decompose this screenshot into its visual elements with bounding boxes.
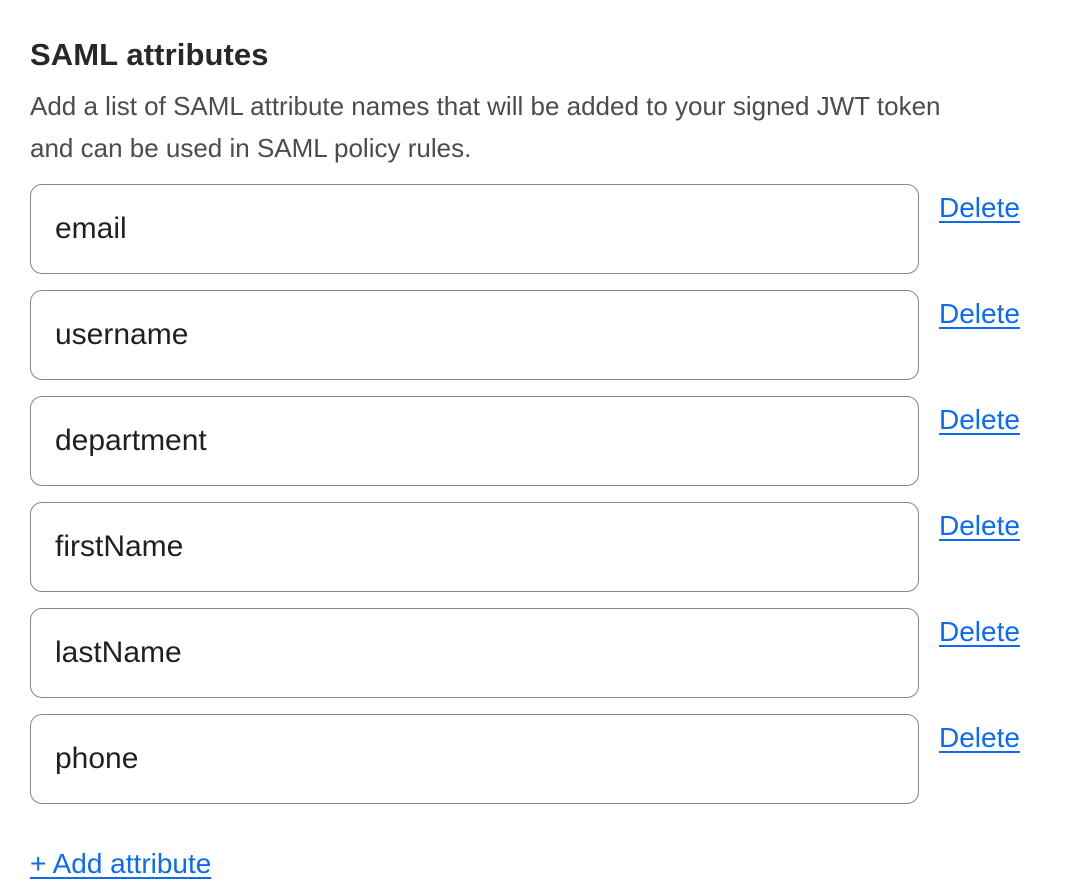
delete-attribute-link[interactable]: Delete (939, 615, 1020, 649)
attribute-row: Delete (30, 290, 1036, 380)
attribute-row: Delete (30, 608, 1036, 698)
section-description: Add a list of SAML attribute names that … (30, 85, 1036, 169)
delete-attribute-link[interactable]: Delete (939, 191, 1020, 225)
attribute-row: Delete (30, 502, 1036, 592)
attribute-row: Delete (30, 396, 1036, 486)
section-title: SAML attributes (30, 36, 1036, 73)
attribute-name-input[interactable] (30, 608, 919, 698)
delete-attribute-link[interactable]: Delete (939, 509, 1020, 543)
delete-attribute-link[interactable]: Delete (939, 403, 1020, 437)
saml-attributes-section: SAML attributes Add a list of SAML attri… (0, 0, 1066, 881)
attribute-row: Delete (30, 184, 1036, 274)
description-line-1: Add a list of SAML attribute names that … (30, 85, 1036, 127)
attribute-row: Delete (30, 714, 1036, 804)
delete-attribute-link[interactable]: Delete (939, 297, 1020, 331)
description-line-2: and can be used in SAML policy rules. (30, 127, 1036, 169)
attribute-name-input[interactable] (30, 290, 919, 380)
attribute-name-input[interactable] (30, 184, 919, 274)
attribute-list: Delete Delete Delete Delete Delete Delet… (30, 184, 1036, 804)
add-attribute-link[interactable]: + Add attribute (30, 847, 211, 881)
delete-attribute-link[interactable]: Delete (939, 721, 1020, 755)
attribute-name-input[interactable] (30, 714, 919, 804)
attribute-name-input[interactable] (30, 396, 919, 486)
attribute-name-input[interactable] (30, 502, 919, 592)
